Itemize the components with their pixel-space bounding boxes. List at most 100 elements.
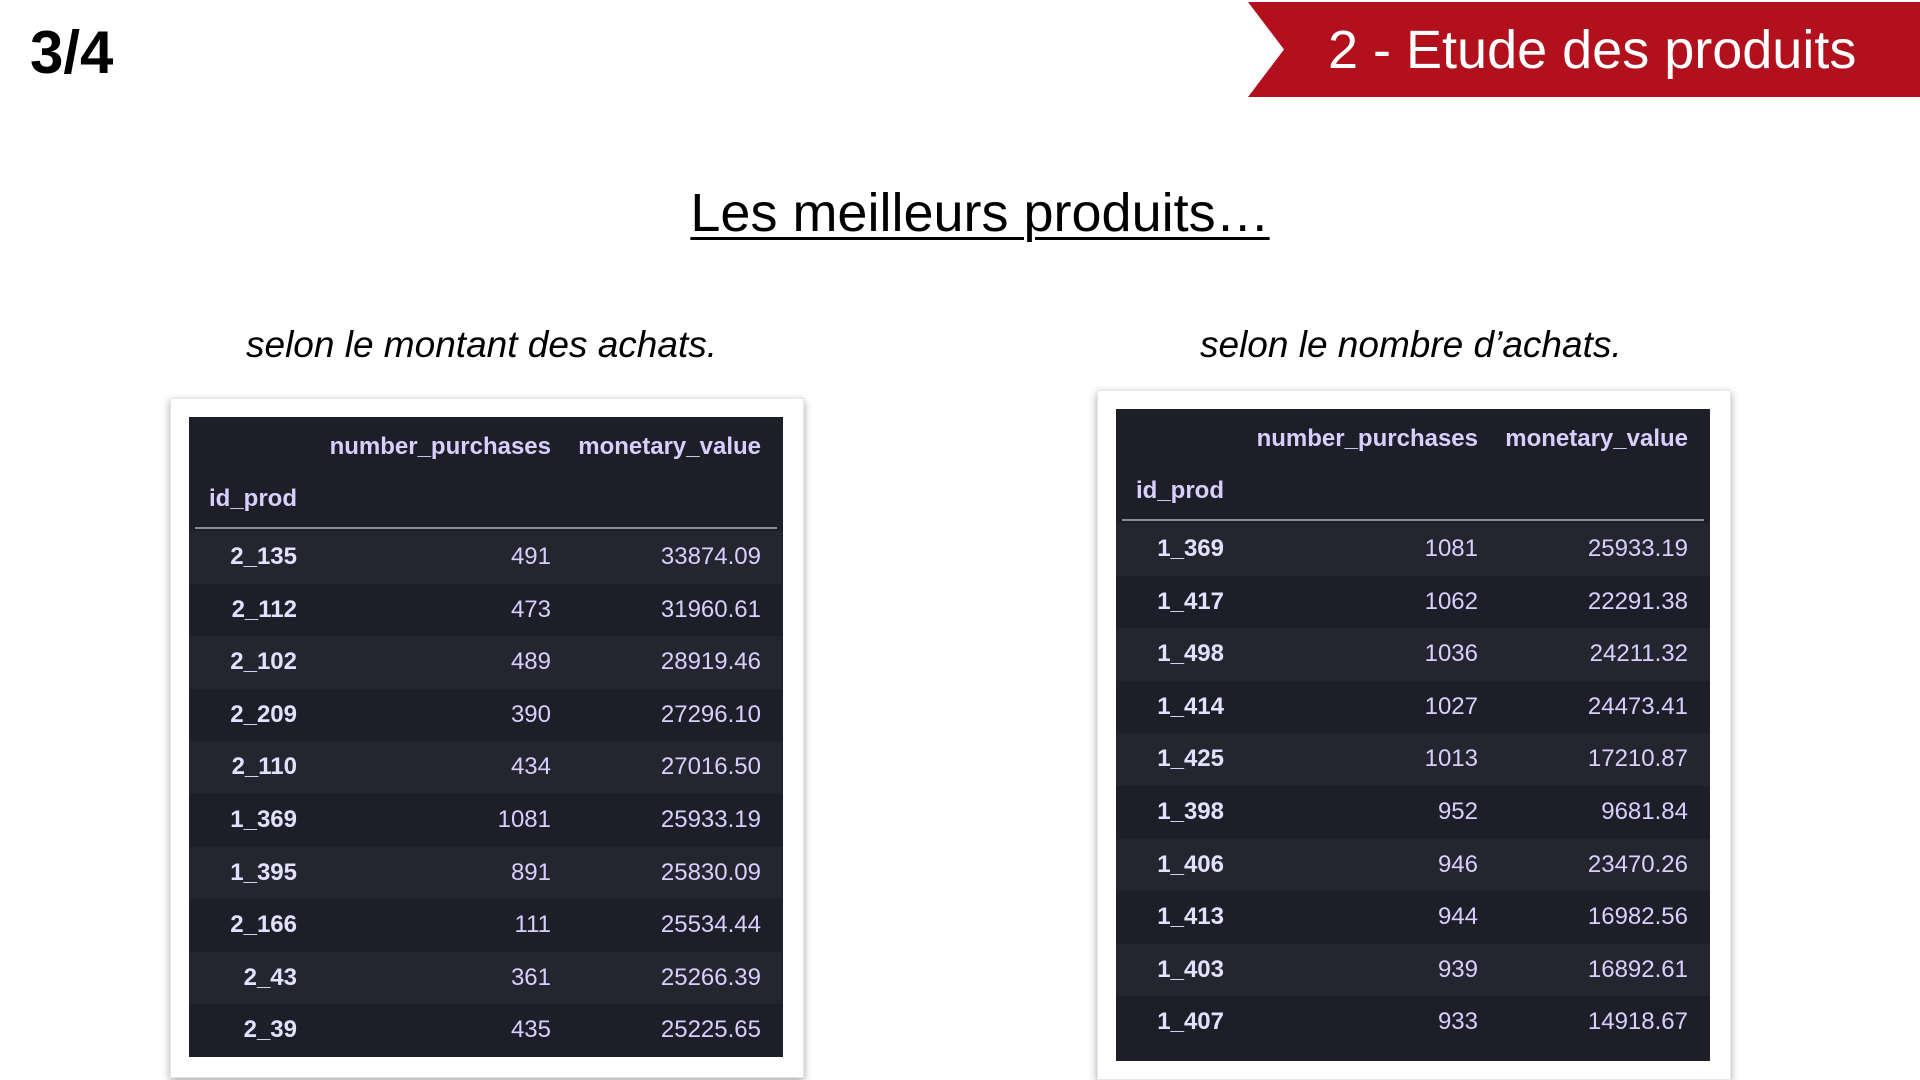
row-id: 1_414 xyxy=(1157,692,1224,720)
table-row: 2_110 434 27016.50 xyxy=(189,741,783,794)
row-monetary-value: 28919.46 xyxy=(660,648,761,676)
row-monetary-value: 16982.56 xyxy=(1587,903,1688,931)
table-row: 2_43 361 25266.39 xyxy=(189,951,783,1005)
row-id: 1_417 xyxy=(1157,587,1224,615)
row-id: 1_398 xyxy=(1157,797,1224,825)
row-id: 1_369 xyxy=(1157,535,1224,562)
row-number-purchases: 491 xyxy=(510,543,551,570)
left-table-frame: number_purchases monetary_value id_prod … xyxy=(170,398,804,1078)
right-subtitle: selon le nombre d’achats. xyxy=(1200,324,1622,365)
row-number-purchases: 361 xyxy=(510,963,551,991)
row-monetary-value: 14918.67 xyxy=(1587,1008,1688,1036)
row-number-purchases: 1062 xyxy=(1424,587,1478,615)
row-monetary-value: 27296.10 xyxy=(660,700,761,728)
row-monetary-value: 31960.61 xyxy=(660,595,761,623)
row-monetary-value: 25933.19 xyxy=(660,805,761,833)
row-number-purchases: 952 xyxy=(1437,797,1478,825)
row-number-purchases: 435 xyxy=(510,1016,551,1044)
table-row: 2_112 473 31960.61 xyxy=(189,583,783,637)
row-monetary-value: 24473.41 xyxy=(1587,692,1688,720)
row-number-purchases: 933 xyxy=(1437,1008,1478,1036)
table-row: 1_413 944 16982.56 xyxy=(1116,891,1710,944)
left-dataframe: number_purchases monetary_value id_prod … xyxy=(189,417,783,1057)
row-id: 1_369 xyxy=(230,805,297,833)
row-monetary-value: 9681.84 xyxy=(1601,797,1688,825)
row-monetary-value: 27016.50 xyxy=(660,753,761,781)
section-banner: 2 - Etude des produits xyxy=(1248,2,1920,97)
row-id: 1_413 xyxy=(1157,903,1224,931)
row-monetary-value: 25225.65 xyxy=(660,1016,761,1044)
row-monetary-value: 33874.09 xyxy=(660,543,761,570)
table-row: 1_406 946 23470.26 xyxy=(1116,838,1710,892)
row-id: 1_498 xyxy=(1157,640,1224,668)
row-id: 2_112 xyxy=(231,595,297,623)
row-id: 2_110 xyxy=(231,753,297,781)
row-id: 2_209 xyxy=(230,700,297,728)
row-number-purchases: 1036 xyxy=(1424,640,1478,668)
row-monetary-value: 22291.38 xyxy=(1587,587,1688,615)
row-monetary-value: 16892.61 xyxy=(1587,955,1688,983)
left-table-body: 2_135 491 33874.09 2_112 473 31960.61 2_… xyxy=(189,529,783,1057)
row-number-purchases: 489 xyxy=(510,648,551,676)
row-monetary-value: 17210.87 xyxy=(1587,745,1688,773)
row-number-purchases: 1081 xyxy=(1424,535,1478,562)
slide: 3/4 2 - Etude des produits Les meilleurs… xyxy=(0,0,1920,1080)
table-row: 1_417 1062 22291.38 xyxy=(1116,575,1710,629)
table-row: 1_414 1027 24473.41 xyxy=(1116,680,1710,734)
right-table-header: number_purchases monetary_value id_prod xyxy=(1122,409,1704,521)
row-number-purchases: 944 xyxy=(1437,903,1478,931)
page-number: 3/4 xyxy=(30,19,114,86)
table-row: 2_39 435 25225.65 xyxy=(189,1004,783,1057)
row-monetary-value: 25266.39 xyxy=(660,963,761,991)
row-id: 2_43 xyxy=(243,963,297,991)
row-id: 1_407 xyxy=(1157,1008,1224,1036)
row-number-purchases: 946 xyxy=(1437,850,1478,878)
row-number-purchases: 891 xyxy=(510,858,551,886)
table-row: 1_498 1036 24211.32 xyxy=(1116,628,1710,681)
table-row: 1_425 1013 17210.87 xyxy=(1116,733,1710,786)
table-row: 1_369 1081 25933.19 xyxy=(189,793,783,847)
table-row: 1_369 1081 25933.19 xyxy=(1116,523,1710,576)
row-id: 1_403 xyxy=(1157,955,1224,983)
row-monetary-value: 25534.44 xyxy=(660,911,761,939)
row-number-purchases: 390 xyxy=(510,700,551,728)
table-row: 2_166 111 25534.44 xyxy=(189,899,783,952)
slide-title: Les meilleurs produits… xyxy=(690,183,1270,243)
row-number-purchases: 473 xyxy=(510,595,551,623)
row-id: 1_395 xyxy=(230,858,297,886)
table-row: 1_403 939 16892.61 xyxy=(1116,943,1710,997)
row-number-purchases: 1027 xyxy=(1424,692,1478,720)
left-table-header: number_purchases monetary_value id_prod xyxy=(195,417,777,529)
row-number-purchases: 434 xyxy=(510,753,551,781)
table-row: 1_395 891 25830.09 xyxy=(189,846,783,900)
right-table-body: 1_369 1081 25933.19 1_417 1062 22291.38 … xyxy=(1116,521,1710,1049)
column-header-number-purchases: number_purchases xyxy=(1256,425,1478,452)
row-id: 2_135 xyxy=(230,543,297,570)
table-row: 2_209 390 27296.10 xyxy=(189,688,783,742)
row-number-purchases: 939 xyxy=(1437,955,1478,983)
row-monetary-value: 25933.19 xyxy=(1587,535,1688,562)
table-row: 1_398 952 9681.84 xyxy=(1116,785,1710,839)
column-header-number-purchases: number_purchases xyxy=(329,433,551,460)
row-id: 2_39 xyxy=(243,1016,297,1044)
column-header-monetary-value: monetary_value xyxy=(578,433,761,460)
column-header-monetary-value: monetary_value xyxy=(1505,425,1688,452)
section-banner-label: 2 - Etude des produits xyxy=(1328,20,1857,80)
row-id: 2_102 xyxy=(230,648,297,676)
row-monetary-value: 23470.26 xyxy=(1587,850,1688,878)
row-id: 2_166 xyxy=(230,911,297,939)
right-dataframe: number_purchases monetary_value id_prod … xyxy=(1116,409,1710,1061)
table-row: 2_102 489 28919.46 xyxy=(189,636,783,689)
table-row: 1_407 933 14918.67 xyxy=(1116,996,1710,1049)
row-number-purchases: 111 xyxy=(514,911,551,939)
left-subtitle: selon le montant des achats. xyxy=(246,324,718,365)
row-monetary-value: 25830.09 xyxy=(660,858,761,886)
row-monetary-value: 24211.32 xyxy=(1589,640,1688,668)
right-table-frame: number_purchases monetary_value id_prod … xyxy=(1097,390,1731,1080)
table-row: 2_135 491 33874.09 xyxy=(189,531,783,584)
row-id: 1_425 xyxy=(1157,745,1224,773)
index-header-id-prod: id_prod xyxy=(1136,477,1224,504)
row-id: 1_406 xyxy=(1157,850,1224,878)
row-number-purchases: 1013 xyxy=(1424,745,1478,773)
index-header-id-prod: id_prod xyxy=(209,485,297,512)
